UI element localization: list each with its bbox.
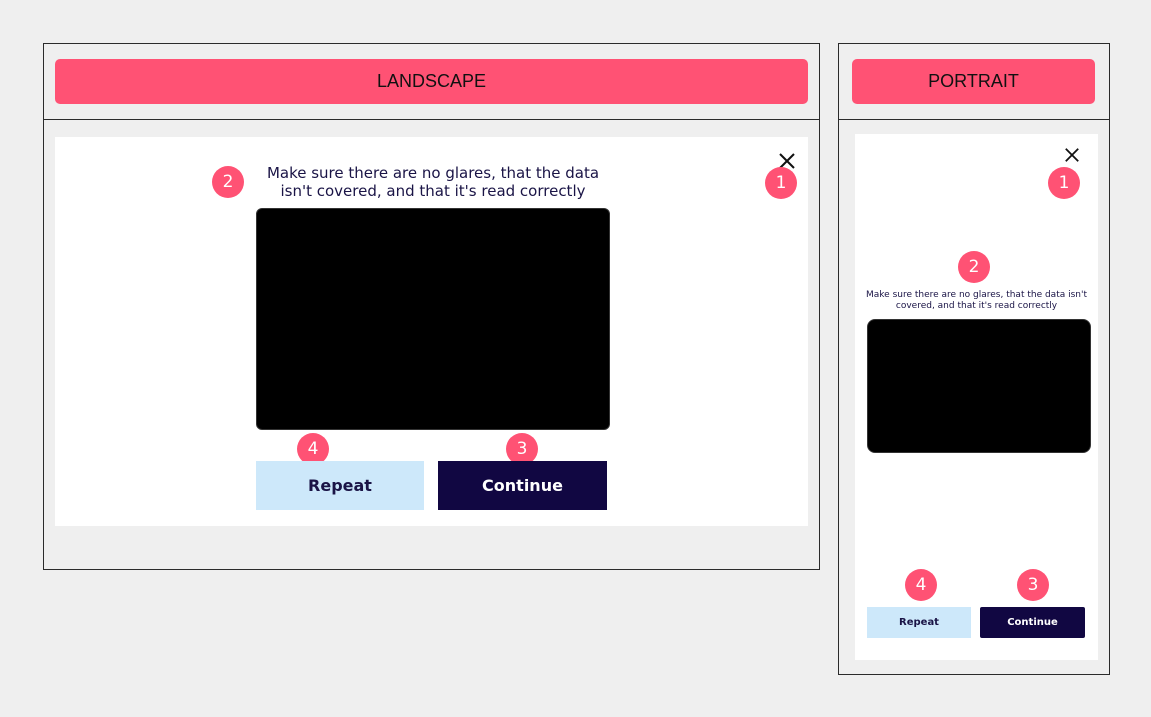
badge-instruction: 2 xyxy=(212,166,244,198)
landscape-title: LANDSCAPE xyxy=(55,59,808,104)
camera-preview xyxy=(256,208,610,430)
camera-preview xyxy=(867,319,1091,453)
landscape-frame: LANDSCAPE 1 2 Make sure there are no gla… xyxy=(43,43,820,570)
badge-close: 1 xyxy=(1048,167,1080,199)
portrait-screen: 1 2 Make sure there are no glares, that … xyxy=(855,134,1098,660)
badge-close: 1 xyxy=(765,167,797,199)
continue-button[interactable]: Continue xyxy=(438,461,607,510)
continue-button[interactable]: Continue xyxy=(980,607,1085,638)
portrait-title: PORTRAIT xyxy=(852,59,1095,104)
badge-continue: 3 xyxy=(1017,569,1049,601)
landscape-header: LANDSCAPE xyxy=(44,44,819,120)
badge-instruction: 2 xyxy=(958,251,990,283)
repeat-button[interactable]: Repeat xyxy=(867,607,971,638)
landscape-screen: 1 2 Make sure there are no glares, that … xyxy=(55,137,808,526)
instruction-text: Make sure there are no glares, that the … xyxy=(266,164,600,200)
portrait-frame: PORTRAIT 1 2 Make sure there are no glar… xyxy=(838,43,1110,675)
badge-repeat: 4 xyxy=(905,569,937,601)
repeat-button[interactable]: Repeat xyxy=(256,461,424,510)
portrait-header: PORTRAIT xyxy=(839,44,1109,120)
close-icon[interactable] xyxy=(1064,147,1080,163)
instruction-text: Make sure there are no glares, that the … xyxy=(866,290,1087,311)
